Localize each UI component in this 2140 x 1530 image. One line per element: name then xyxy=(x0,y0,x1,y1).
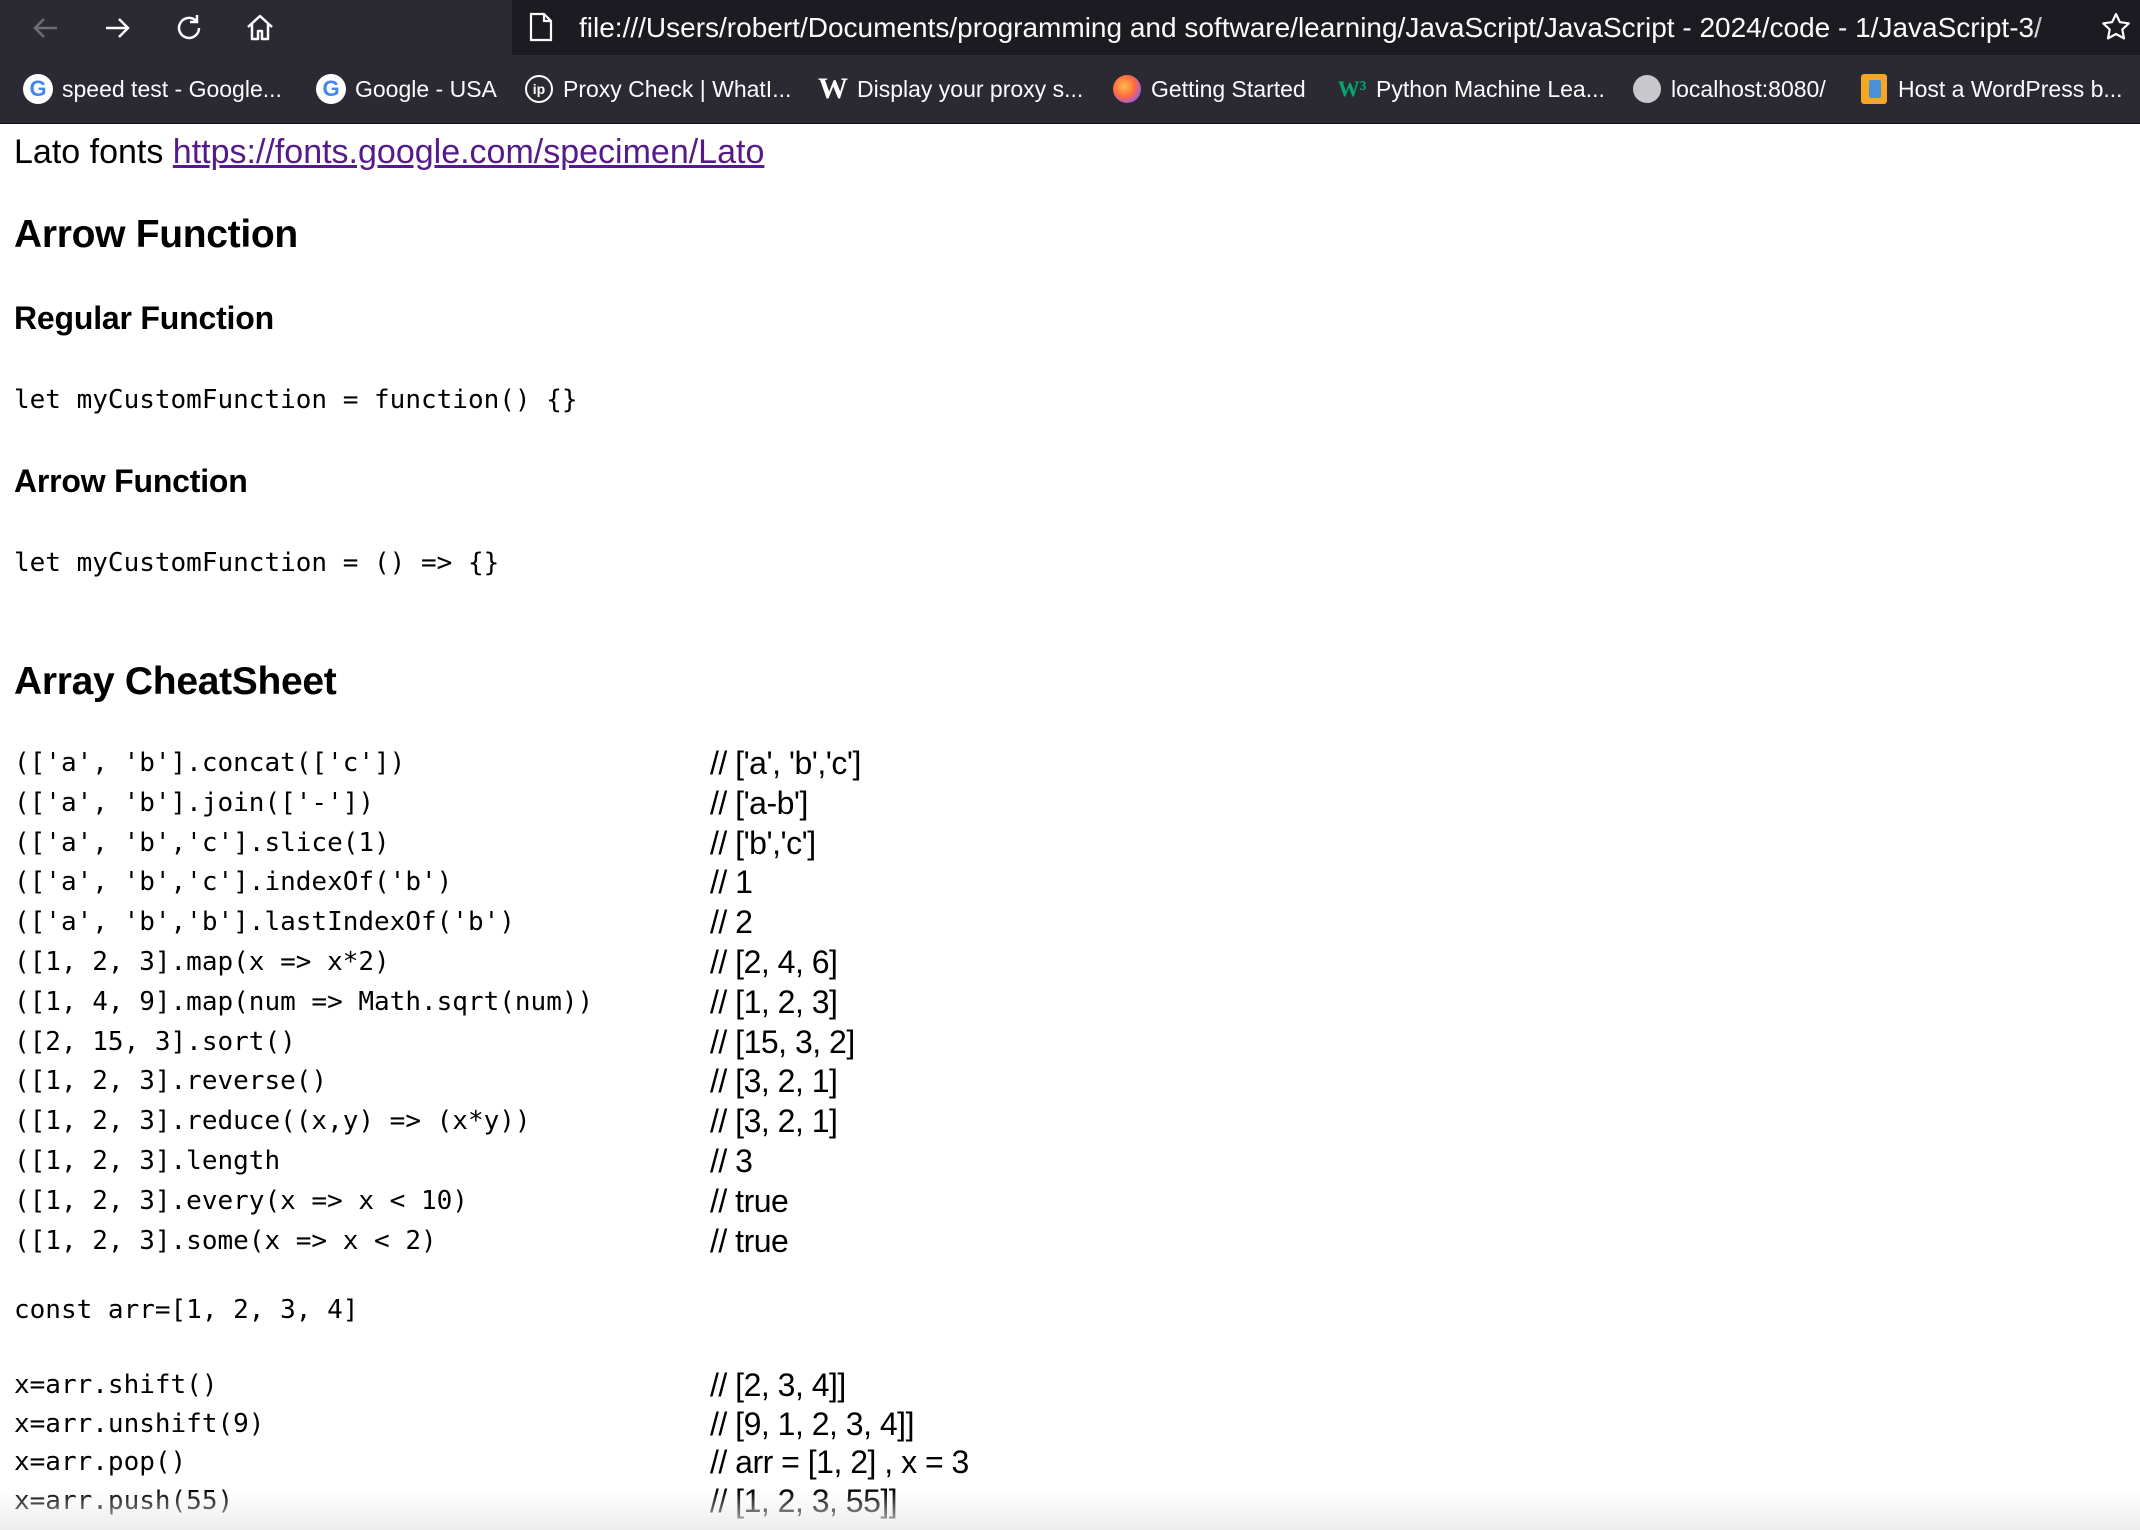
cheatsheet-row: (['a', 'b'].join(['-']) // ['a-b'] xyxy=(14,783,1214,823)
result-comment: // ['a-b'] xyxy=(710,784,808,821)
cheatsheet-row: x=arr.shift() // [2, 3, 4]] xyxy=(14,1365,1214,1405)
page-icon xyxy=(529,12,553,42)
bookmark-label: Host a WordPress b... xyxy=(1898,75,2123,102)
cheatsheet-row: x=arr.unshift(9) // [9, 1, 2, 3, 4]] xyxy=(14,1404,1214,1444)
result-comment: // ['b','c'] xyxy=(710,824,816,861)
code-expression: ([2, 15, 3].sort() xyxy=(14,1026,296,1057)
code-expression: ([1, 2, 3].reduce((x,y) => (x*y)) xyxy=(14,1106,531,1137)
bookmark-item[interactable]: G speed test - Google... xyxy=(22,55,282,123)
cheatsheet-row: (['a', 'b'].concat(['c']) // ['a', 'b','c… xyxy=(14,743,1214,783)
bookmark-item[interactable]: Host a WordPress b... xyxy=(1858,55,2123,123)
result-comment: // true xyxy=(710,1222,789,1259)
bookmarks-bar: G speed test - Google... G Google - USA … xyxy=(0,55,2140,124)
lato-fonts-link[interactable]: https://fonts.google.com/specimen/Lato xyxy=(173,133,765,171)
bookmark-item[interactable]: W³ Python Machine Lea... xyxy=(1336,55,1605,123)
cheatsheet-row: ([2, 15, 3].sort() // [15, 3, 2] xyxy=(14,1022,1214,1062)
bookmark-item[interactable]: ip Proxy Check | WhatI... xyxy=(523,55,791,123)
code-expression: x=arr.shift() xyxy=(14,1370,218,1400)
const-arr-line: const arr=[1, 2, 3, 4] xyxy=(14,1295,359,1325)
result-comment: // 1 xyxy=(710,864,753,901)
arrow-function-code: let myCustomFunction = () => {} xyxy=(14,548,500,578)
code-expression: (['a', 'b'].join(['-']) xyxy=(14,787,375,818)
box-icon xyxy=(1858,73,1890,105)
browser-toolbar: file:///Users/robert/Documents/programmi… xyxy=(0,0,2140,55)
arrow-function-subheading: Arrow Function xyxy=(14,463,248,499)
bookmark-label: Display your proxy s... xyxy=(857,75,1084,102)
cheatsheet-row: ([1, 2, 3].reduce((x,y) => (x*y)) // [3, … xyxy=(14,1101,1214,1141)
ip-icon: ip xyxy=(523,73,555,105)
bottom-fade xyxy=(0,1490,2140,1530)
regular-function-code: let myCustomFunction = function() {} xyxy=(14,385,578,415)
cheatsheet-row: (['a', 'b','b'].lastIndexOf('b') // 2 xyxy=(14,902,1214,942)
bookmark-item[interactable]: G Google - USA xyxy=(315,55,497,123)
result-comment: // [3, 2, 1] xyxy=(710,1063,838,1100)
result-comment: // [9, 1, 2, 3, 4]] xyxy=(710,1405,914,1442)
reload-button[interactable] xyxy=(167,6,211,50)
bookmark-label: Google - USA xyxy=(355,75,497,102)
code-expression: ([1, 2, 3].reverse() xyxy=(14,1066,328,1097)
cheatsheet-row: ([1, 2, 3].map(x => x*2) // [2, 4, 6] xyxy=(14,942,1214,982)
code-expression: ([1, 2, 3].some(x => x < 2) xyxy=(14,1225,437,1256)
result-comment: // [3, 2, 1] xyxy=(710,1103,838,1140)
result-comment: // ['a', 'b','c'] xyxy=(710,745,861,781)
result-comment: // [15, 3, 2] xyxy=(710,1023,855,1060)
cheatsheet-row: ([1, 2, 3].every(x => x < 10) // true xyxy=(14,1181,1214,1221)
cheatsheet-row: ([1, 2, 3].some(x => x < 2) // true xyxy=(14,1221,1214,1261)
database-icon xyxy=(1631,73,1663,105)
code-expression: ([1, 2, 3].length xyxy=(14,1146,281,1176)
arrow-function-heading: Arrow Function xyxy=(14,213,298,256)
address-bar[interactable]: file:///Users/robert/Documents/programmi… xyxy=(512,0,2140,55)
bookmark-star-icon[interactable] xyxy=(2100,11,2132,43)
code-expression: (['a', 'b','c'].indexOf('b') xyxy=(14,867,453,898)
bookmark-label: localhost:8080/ xyxy=(1671,75,1826,102)
regular-function-subheading: Regular Function xyxy=(14,300,274,336)
bookmark-item[interactable]: Getting Started xyxy=(1111,55,1306,123)
code-expression: ([1, 4, 9].map(num => Math.sqrt(num)) xyxy=(14,986,594,1017)
result-comment: // 3 xyxy=(710,1143,753,1179)
result-comment: // 2 xyxy=(710,904,753,941)
forward-arrow-icon xyxy=(106,18,130,38)
back-arrow-icon xyxy=(33,18,57,38)
lato-fonts-label: Lato fonts xyxy=(14,133,164,171)
cheatsheet-row: x=arr.pop() // arr = [1, 2] , x = 3 xyxy=(14,1442,1214,1482)
home-icon xyxy=(247,14,273,41)
back-button[interactable] xyxy=(24,6,68,50)
code-expression: (['a', 'b'].concat(['c']) xyxy=(14,748,406,778)
code-expression: (['a', 'b','c'].slice(1) xyxy=(14,827,390,858)
array-cheatsheet-heading: Array CheatSheet xyxy=(14,660,337,703)
result-comment: // arr = [1, 2] , x = 3 xyxy=(710,1444,969,1481)
w-icon: W xyxy=(818,72,848,105)
bookmark-label: Python Machine Lea... xyxy=(1376,75,1605,102)
url-text[interactable]: file:///Users/robert/Documents/programmi… xyxy=(579,0,2074,55)
forward-button[interactable] xyxy=(95,6,139,50)
result-comment: // true xyxy=(710,1182,789,1219)
google-icon: G xyxy=(22,73,54,105)
cheatsheet-row: (['a', 'b','c'].indexOf('b') // 1 xyxy=(14,862,1214,902)
code-expression: (['a', 'b','b'].lastIndexOf('b') xyxy=(14,907,515,938)
result-comment: // [2, 4, 6] xyxy=(710,944,838,980)
bookmark-label: Proxy Check | WhatI... xyxy=(563,75,792,102)
google-icon: G xyxy=(315,73,347,105)
bookmark-label: speed test - Google... xyxy=(62,75,282,102)
result-comment: // [1, 2, 3] xyxy=(710,983,838,1020)
cheatsheet-row: (['a', 'b','c'].slice(1) // ['b','c'] xyxy=(14,823,1214,863)
result-comment: // [2, 3, 4]] xyxy=(710,1367,846,1403)
bookmark-label: Getting Started xyxy=(1151,75,1306,102)
firefox-icon xyxy=(1111,73,1143,105)
reload-icon xyxy=(177,15,201,40)
cheatsheet-row: ([1, 2, 3].length // 3 xyxy=(14,1141,1214,1181)
code-expression: x=arr.unshift(9) xyxy=(14,1408,265,1439)
w3schools-icon: W³ xyxy=(1337,76,1367,101)
code-expression: ([1, 2, 3].every(x => x < 10) xyxy=(14,1185,468,1216)
cheatsheet-row: ([1, 4, 9].map(num => Math.sqrt(num)) // … xyxy=(14,982,1214,1022)
lato-fonts-line: Lato fonts https://fonts.google.com/spec… xyxy=(14,133,764,172)
cheatsheet-row: ([1, 2, 3].reverse() // [3, 2, 1] xyxy=(14,1061,1214,1101)
bookmark-item[interactable]: W Display your proxy s... xyxy=(817,55,1083,123)
bookmark-item[interactable]: localhost:8080/ xyxy=(1631,55,1826,123)
home-button[interactable] xyxy=(238,6,282,50)
code-expression: ([1, 2, 3].map(x => x*2) xyxy=(14,947,390,977)
code-expression: x=arr.pop() xyxy=(14,1447,187,1478)
